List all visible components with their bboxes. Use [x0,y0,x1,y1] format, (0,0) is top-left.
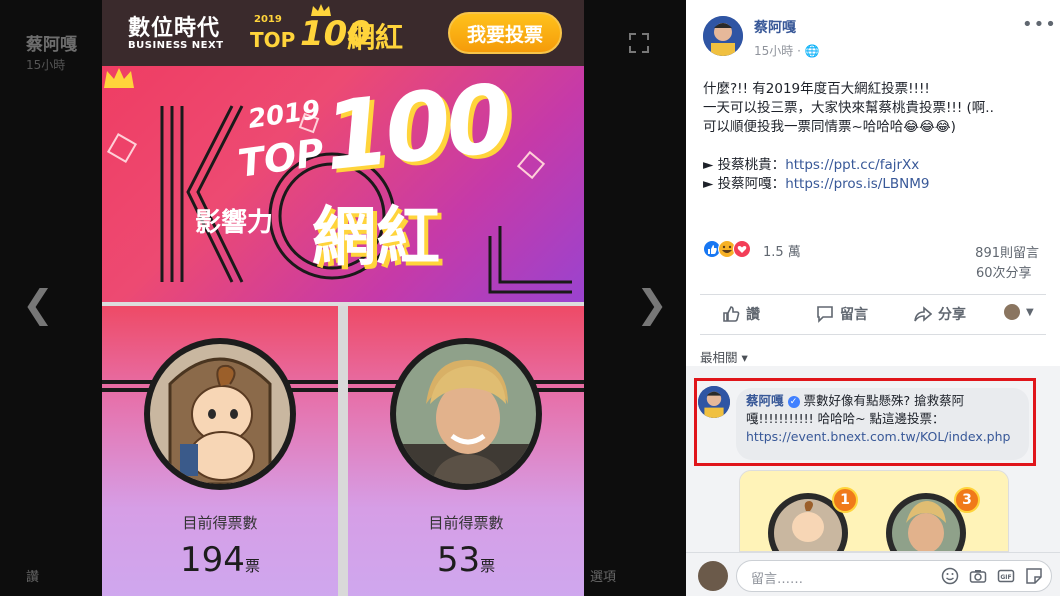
vote-button[interactable]: 我要投票 [448,12,562,54]
fullscreen-icon[interactable] [628,32,650,54]
banner-kol: 網紅 [312,201,440,275]
vote-count-taogui: 194票 [102,540,338,580]
header-kol: 網紅 [347,21,404,54]
poster-header: 數位時代 BUSINESS NEXT 2019 TOP 100 網紅 我要投票 [102,0,584,66]
post-as-selector[interactable]: ▼ [1004,304,1034,320]
chevron-down-icon: ▼ [1026,306,1034,318]
header-year: 2019 [254,14,282,25]
like-label: 讚 [746,307,760,323]
shares-count[interactable]: 60次分享 [976,262,1032,281]
kol-banner: 2019 TOP 100 影響力 網紅 [102,66,584,302]
screen: 蔡阿嘎 15小時 ❮ ❯ 讚 留言 分享 選項 數位時代 BUSINESS NE… [0,0,1060,596]
comments-count[interactable]: 891則留言 [975,242,1039,261]
vote-link-aga[interactable]: https://pros.is/LBNM9 [785,176,929,192]
comment-bubble: 蔡阿嘎 ✓ 票數好像有點懸殊? 搶救蔡阿嘎!!!!!!!!!!! 哈哈哈~ 點這… [736,388,1029,460]
small-avatar [1004,304,1020,320]
author-avatar[interactable] [703,16,743,56]
rank-badge-3-label: 3 [962,492,972,508]
more-options-icon[interactable]: ••• [1022,14,1057,35]
vote-count-value: 194 [180,540,245,580]
composer-icons: GIF [941,567,1043,585]
post-link-line: ► 投蔡阿嘎：https://pros.is/LBNM9 [703,175,1048,194]
post-line: 可以順便投我一票同情票~哈哈哈😂😂😂) [703,119,956,135]
globe-icon: 🌐 [804,44,820,58]
post-side-panel: 蔡阿嘎 15小時 · 🌐 ••• 什麼?!! 有2019年度百大網紅投票!!!!… [686,0,1060,596]
vote-unit: 票 [244,557,260,575]
link-prefix: ► 投蔡阿嘎： [703,176,786,192]
previous-photo-icon[interactable]: ❮ [22,285,54,323]
comment-vote-link[interactable]: https://event.bnext.com.tw/KOL/index.php [746,429,1010,444]
photo-viewer: 蔡阿嘎 15小時 ❮ ❯ 讚 留言 分享 選項 數位時代 BUSINESS NE… [0,0,686,596]
post-time: 15小時 · 🌐 [754,44,820,58]
vote-link-taogui[interactable]: https://ppt.cc/fajrXx [785,157,919,173]
svg-text:GIF: GIF [1000,574,1011,581]
post-author-name[interactable]: 蔡阿嘎 [754,17,796,37]
comment-label: 留言 [840,307,868,323]
divider [700,294,1046,295]
comment-author-avatar[interactable] [698,386,730,418]
banner-100: 100 [318,66,514,193]
viewer-like-button[interactable]: 讚 [26,566,39,585]
poster-image: 數位時代 BUSINESS NEXT 2019 TOP 100 網紅 我要投票 [102,0,584,596]
banner-crown-icon [104,68,134,88]
post-link-line: ► 投蔡桃貴：https://ppt.cc/fajrXx [703,156,1048,175]
divider [700,334,1046,335]
cartoon-baby-avatar [150,344,290,484]
reaction-icons[interactable] [703,240,759,258]
next-photo-icon[interactable]: ❯ [636,285,668,323]
comment-input[interactable]: 留言…… GIF [736,560,1052,592]
verified-badge-icon: ✓ [787,396,800,408]
rank-badge-1-label: 1 [840,492,850,508]
comment-author-name[interactable]: 蔡阿嘎 [746,393,784,408]
vote-count-label: 目前得票數 [182,514,258,532]
camera-icon[interactable] [969,567,987,585]
comment-composer: 留言…… GIF [686,552,1060,596]
viewer-options-button[interactable]: 選項 [590,566,616,585]
share-icon [914,306,932,322]
banner-influence: 影響力 [195,208,274,238]
thumbs-up-icon [723,306,740,322]
viewer-post-time: 15小時 [26,58,66,72]
vote-unit: 票 [480,557,496,575]
comment-placeholder: 留言…… [751,572,804,587]
link-prefix: ► 投蔡桃貴： [703,157,786,173]
gif-icon[interactable]: GIF [997,567,1015,585]
vote-count-value: 53 [436,540,481,580]
comment-button[interactable]: 留言 [816,304,868,324]
person-photo-avatar [396,344,536,484]
candidate-avatar [390,338,542,490]
header-top: TOP [250,28,296,52]
emoji-icon[interactable] [941,567,959,585]
comment-image[interactable]: 1 3 [739,470,1009,552]
reaction-summary: 1.5 萬 891則留言 [703,240,1043,261]
share-label: 分享 [938,307,966,323]
brand-logo-subtitle: BUSINESS NEXT [128,40,224,51]
rank-badge-1: 1 [832,487,858,513]
post-actions: 讚 留言 分享 ▼ [700,296,1046,330]
post-text: 什麼?!! 有2019年度百大網紅投票!!!! 一天可以投三票，大家快來幫蔡桃貴… [703,80,1048,194]
vote-count-aga: 53票 [348,540,584,580]
post-line: 一天可以投三票，大家快來幫蔡桃貴投票!!! (啊.. [703,100,994,116]
post-time-text[interactable]: 15小時 [754,44,793,58]
rank-badge-3: 3 [954,487,980,513]
viewer-avatar [698,561,728,591]
share-button[interactable]: 分享 [914,304,966,324]
vote-card-aga: 目前得票數 53票 [348,306,584,596]
candidate-avatar [144,338,296,490]
viewer-author-name: 蔡阿嘎 [26,35,77,55]
reaction-count[interactable]: 1.5 萬 [763,241,801,260]
comments-section: 蔡阿嘎 ✓ 票數好像有點懸殊? 搶救蔡阿嘎!!!!!!!!!!! 哈哈哈~ 點這… [686,366,1060,552]
sort-comments-dropdown[interactable]: 最相關 ▾ [700,347,748,366]
vote-count-label: 目前得票數 [428,514,504,532]
post-line: 什麼?!! 有2019年度百大網紅投票!!!! [703,81,930,97]
brand-logo: 數位時代 [128,16,221,41]
sticker-icon[interactable] [1025,567,1043,585]
comment-icon [817,306,833,323]
like-button[interactable]: 讚 [722,304,760,324]
vote-card-taogui: 目前得票數 194票 [102,306,338,596]
